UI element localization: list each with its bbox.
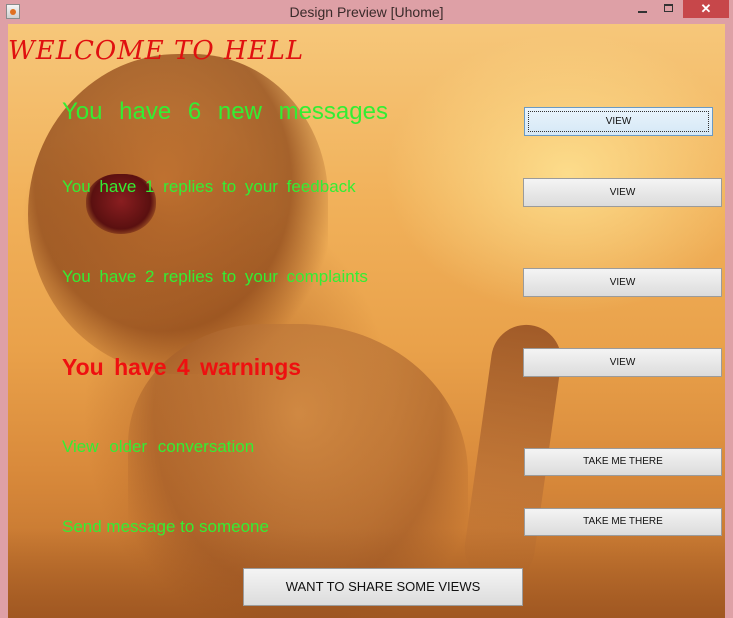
warnings-label: You have 4 warnings (62, 354, 302, 380)
close-glyph: ✕ (700, 1, 712, 16)
window-title: Design Preview [Uhome] (289, 4, 444, 20)
new-messages-label: You have 6 new messages (62, 98, 388, 125)
share-views-button[interactable]: WANT TO SHARE SOME VIEWS (243, 568, 523, 606)
send-message-button[interactable]: TAKE ME THERE (524, 508, 722, 536)
older-conversation-button[interactable]: TAKE ME THERE (524, 448, 722, 476)
older-conversation-label: View older conversation (62, 437, 255, 456)
close-icon[interactable]: ✕ (683, 0, 729, 18)
view-messages-button[interactable]: VIEW (524, 107, 713, 136)
maximize-icon[interactable] (656, 0, 682, 18)
view-feedback-button[interactable]: VIEW (523, 178, 722, 207)
view-warnings-button[interactable]: VIEW (523, 348, 722, 377)
welcome-heading: WELCOME TO HELL (8, 36, 305, 66)
title-bar[interactable]: Design Preview [Uhome] ✕ (0, 0, 733, 24)
complaint-replies-label: You have 2 replies to your complaints (62, 267, 368, 286)
minimize-icon[interactable] (629, 0, 655, 18)
view-complaints-button[interactable]: VIEW (523, 268, 722, 297)
content-panel: WELCOME TO HELL You have 6 new messages … (8, 24, 725, 618)
send-message-label: Send message to someone (62, 517, 269, 536)
app-window: Design Preview [Uhome] ✕ WELCOME TO HELL… (0, 0, 733, 618)
feedback-replies-label: You have 1 replies to your feedback (62, 177, 356, 196)
